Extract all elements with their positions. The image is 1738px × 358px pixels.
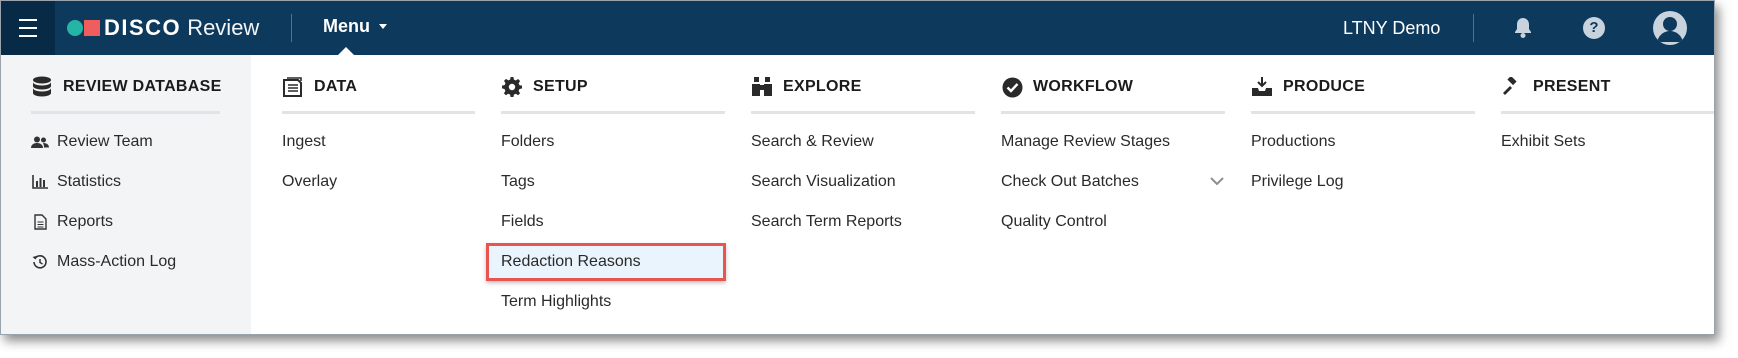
header-rule [501,111,725,114]
menu-item-overlay[interactable]: Overlay [282,173,337,191]
hamburger-menu-button[interactable] [1,1,55,55]
top-navigation-bar: DISCO Review Menu LTNY Demo ? [1,1,1714,56]
header-rule [1001,111,1225,114]
menu-item-term-highlights[interactable]: Term Highlights [501,293,611,311]
disco-review-logo[interactable]: DISCO Review [67,13,259,43]
menu-item-privilege-log[interactable]: Privilege Log [1251,173,1344,191]
logo-teal-dot [67,20,83,36]
workflow-header: WORKFLOW [1001,72,1133,102]
logo-product-text: Review [187,15,260,40]
menu-item-ingest[interactable]: Ingest [282,133,326,151]
menu-item-fields[interactable]: Fields [501,213,544,231]
menu-item-label: Mass-Action Log [57,253,177,270]
menu-item-tags[interactable]: Tags [501,173,535,191]
documents-stack-icon [282,76,304,98]
check-circle-icon [1001,76,1023,98]
chevron-down-icon[interactable] [1210,173,1224,191]
menu-item-exhibit-sets[interactable]: Exhibit Sets [1501,133,1585,151]
data-title: DATA [314,78,358,95]
menu-item-label: Review Team [57,133,153,150]
menu-item-quality-control[interactable]: Quality Control [1001,213,1107,231]
menu-pointer-arrow [337,47,355,56]
review-database-title: REVIEW DATABASE [63,78,222,95]
setup-header: SETUP [501,72,588,102]
header-rule [282,111,475,114]
menu-item-check-out-batches[interactable]: Check Out Batches [1001,173,1139,191]
workflow-title: WORKFLOW [1033,78,1134,95]
user-avatar-icon[interactable] [1653,11,1687,45]
logo-red-square [84,20,100,36]
inbox-download-icon [1251,76,1273,98]
explore-title: EXPLORE [783,78,862,95]
bell-icon[interactable] [1513,17,1533,44]
menu-item-review-team[interactable]: Review Team [31,133,153,151]
explore-header: EXPLORE [751,72,862,102]
header-rule [31,111,220,114]
menu-item-label: Statistics [57,173,122,190]
binoculars-icon [751,76,773,98]
menu-item-mass-action-log[interactable]: Mass-Action Log [31,253,176,271]
hamburger-icon [19,16,37,40]
menu-item-manage-review-stages[interactable]: Manage Review Stages [1001,133,1170,151]
logo-brand-text: DISCO [104,15,182,40]
menu-item-productions[interactable]: Productions [1251,133,1336,151]
menu-item-label: Reports [57,213,114,230]
present-title: PRESENT [1533,78,1611,95]
bar-chart-icon [31,175,49,189]
history-icon [31,254,49,270]
produce-title: PRODUCE [1283,78,1366,95]
app-window: DISCO Review Menu LTNY Demo ? REVIEW DAT… [0,0,1715,335]
gavel-icon [1501,76,1523,98]
tenant-name[interactable]: LTNY Demo [1343,18,1440,39]
produce-header: PRODUCE [1251,72,1365,102]
users-icon [31,136,49,148]
menu-item-redaction-reasons[interactable]: Redaction Reasons [501,253,641,271]
header-rule [751,111,975,114]
database-icon [31,76,53,98]
help-icon[interactable]: ? [1583,17,1605,39]
present-header: PRESENT [1501,72,1611,102]
menu-item-search-visualization[interactable]: Search Visualization [751,173,896,191]
divider [1473,14,1474,42]
setup-title: SETUP [533,78,588,95]
menu-item-statistics[interactable]: Statistics [31,173,121,191]
header-rule [1501,111,1714,114]
menu-item-search-review[interactable]: Search & Review [751,133,874,151]
menu-dropdown-button[interactable]: Menu [323,16,387,37]
document-icon [31,214,49,230]
caret-down-icon [379,24,387,29]
divider [291,14,292,42]
gear-icon [501,76,523,98]
menu-item-folders[interactable]: Folders [501,133,554,151]
menu-item-search-term-reports[interactable]: Search Term Reports [751,213,902,231]
review-database-header: REVIEW DATABASE [31,72,222,102]
header-rule [1251,111,1475,114]
menu-label: Menu [323,16,370,36]
menu-item-reports[interactable]: Reports [31,213,113,231]
data-header: DATA [282,72,357,102]
